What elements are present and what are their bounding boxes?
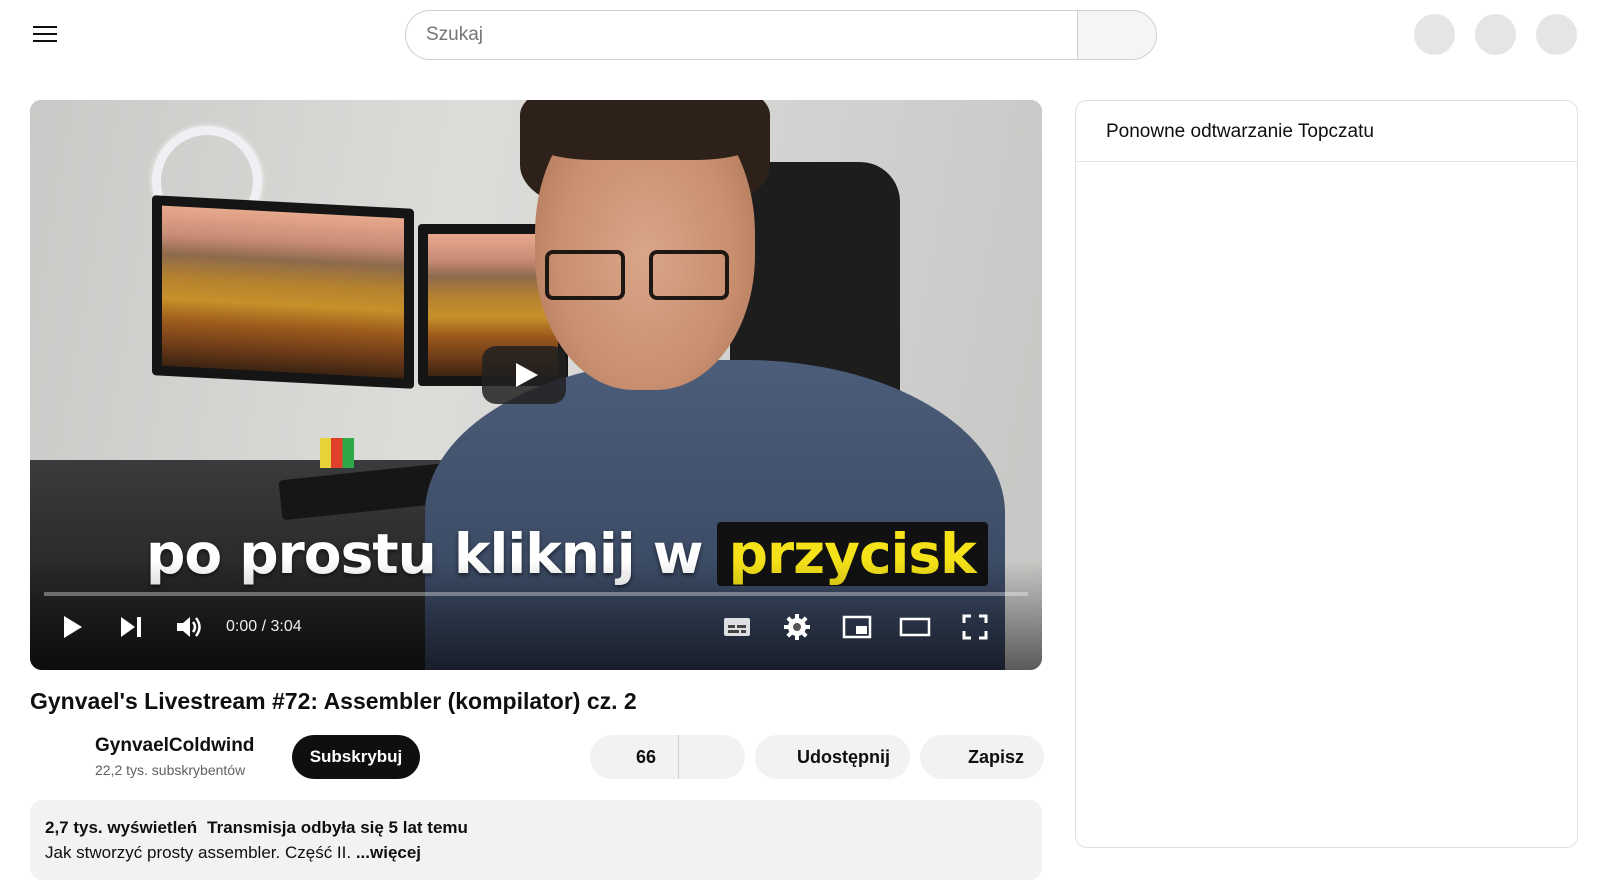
like-button[interactable]: 66 xyxy=(590,735,679,779)
create-icon[interactable] xyxy=(1414,14,1455,55)
dislike-button[interactable] xyxy=(679,735,745,779)
like-dislike-group: 66 xyxy=(590,735,745,779)
view-count: 2,7 tys. wyświetleń xyxy=(45,818,198,837)
show-more-link[interactable]: ...więcej xyxy=(356,843,421,862)
share-label: Udostępnij xyxy=(797,746,890,767)
search-bar xyxy=(405,10,1157,60)
channel-name[interactable]: GynvaelColdwind xyxy=(95,735,254,757)
monitor-left xyxy=(152,195,414,389)
settings-gear-icon[interactable] xyxy=(782,612,812,642)
video-title: Gynvael's Livestream #72: Assembler (kom… xyxy=(30,688,637,714)
search-button[interactable] xyxy=(1077,10,1157,60)
subscriber-count: 22,2 tys. subskrybentów xyxy=(95,762,246,778)
rubiks-cube xyxy=(320,438,354,468)
fullscreen-icon[interactable] xyxy=(960,612,990,642)
avatar[interactable] xyxy=(1536,14,1577,55)
notifications-icon[interactable] xyxy=(1475,14,1516,55)
hamburger-menu-icon[interactable] xyxy=(33,24,57,44)
description-text: Jak stworzyć prosty assembler. Część II. xyxy=(45,843,352,862)
chat-replay-header[interactable]: Ponowne odtwarzanie Topczatu xyxy=(1076,101,1577,162)
stream-date: Transmisja odbyła się 5 lat temu xyxy=(207,818,468,837)
next-icon[interactable] xyxy=(118,612,144,642)
save-button[interactable]: Zapisz xyxy=(920,735,1044,779)
progress-bar[interactable] xyxy=(44,592,1028,596)
like-count: 66 xyxy=(635,746,656,767)
save-label: Zapisz xyxy=(967,746,1024,767)
search-input[interactable] xyxy=(405,10,1077,60)
play-icon[interactable] xyxy=(60,612,86,642)
time-display: 0:00 / 3:04 xyxy=(226,618,302,635)
share-button[interactable]: Udostępnij xyxy=(755,735,910,779)
subtitles-icon[interactable] xyxy=(722,612,752,642)
description-box[interactable]: 2,7 tys. wyświetleń Transmisja odbyła się… xyxy=(30,800,1042,880)
description-meta: 2,7 tys. wyświetleń Transmisja odbyła się… xyxy=(45,818,468,838)
description-text-line: Jak stworzyć prosty assembler. Część II.… xyxy=(45,843,421,863)
chat-replay-panel: Ponowne odtwarzanie Topczatu xyxy=(1075,100,1578,848)
theater-mode-icon[interactable] xyxy=(898,612,932,642)
miniplayer-icon[interactable] xyxy=(841,612,873,642)
volume-icon[interactable] xyxy=(174,612,204,642)
subscribe-button[interactable]: Subskrybuj xyxy=(292,735,420,779)
large-play-button[interactable] xyxy=(482,346,566,404)
video-player[interactable]: po prostu kliknij w przycisk 0:00 / 3:04 xyxy=(30,100,1042,670)
